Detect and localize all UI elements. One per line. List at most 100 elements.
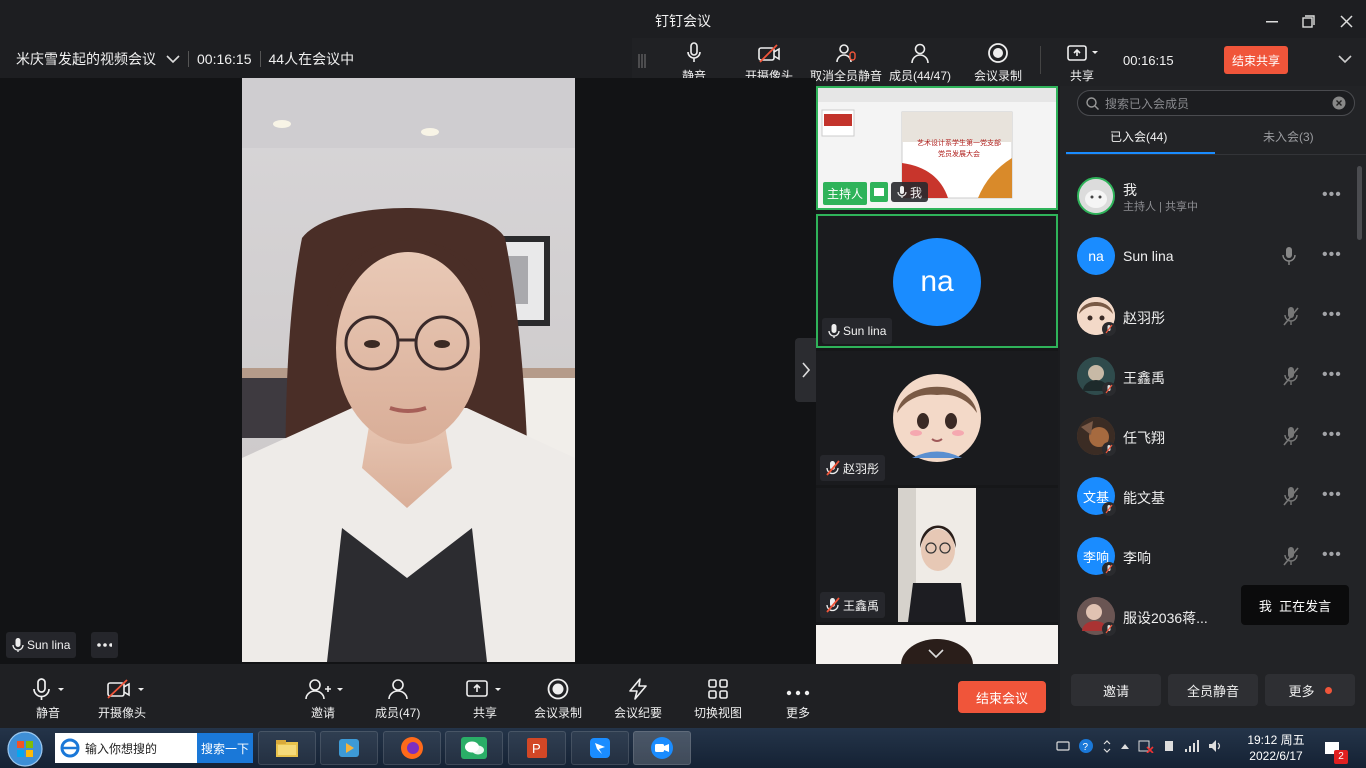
microphone-muted-icon[interactable] <box>1282 306 1300 326</box>
camera-off-icon <box>107 679 144 699</box>
taskbar-dingtalk[interactable] <box>571 731 629 765</box>
minimize-button[interactable] <box>1258 8 1286 34</box>
tab-not-joined[interactable]: 未入会(3) <box>1263 128 1314 145</box>
start-button[interactable] <box>6 730 44 768</box>
member-row[interactable]: 赵羽彤 ••• <box>1060 286 1366 346</box>
camera-button[interactable]: 开摄像头 <box>96 676 148 721</box>
thumbnail-name-chip: 王鑫禹 <box>820 592 886 618</box>
drag-handle-icon[interactable] <box>638 54 646 68</box>
volume-icon[interactable] <box>1208 739 1224 753</box>
svg-text:P: P <box>532 741 541 756</box>
member-more-button[interactable]: ••• <box>1322 306 1342 324</box>
system-tray: ? <box>1056 738 1224 754</box>
thumbnail-next[interactable] <box>816 625 1058 664</box>
taskbar-clock[interactable]: 19:12 周五 2022/6/17 <box>1238 732 1314 764</box>
search-icon <box>1086 96 1099 110</box>
end-meeting-button[interactable]: 结束会议 <box>958 681 1046 713</box>
microphone-muted-icon <box>1102 562 1116 576</box>
top-share-button[interactable]: 共享 <box>1066 40 1098 84</box>
member-row[interactable]: 李响 李响 ••• <box>1060 526 1366 586</box>
tab-joined[interactable]: 已入会(44) <box>1110 128 1167 145</box>
chevron-down-icon[interactable] <box>166 54 180 64</box>
taskbar-wechat[interactable] <box>445 731 503 765</box>
maximize-button[interactable] <box>1294 8 1322 34</box>
avatar: 文基 <box>1077 477 1116 516</box>
member-row[interactable]: 文基 能文基 ••• <box>1060 466 1366 526</box>
thumbnail-screen-share[interactable]: 艺术设计系学生第一党支部 党员发展大会 主持人 我 <box>816 86 1058 210</box>
avatar: 李响 <box>1077 537 1116 576</box>
member-row[interactable]: 任飞翔 ••• <box>1060 406 1366 466</box>
panel-more-button[interactable]: 更多 <box>1265 674 1355 706</box>
more-icon <box>786 690 810 696</box>
microphone-icon <box>897 186 907 198</box>
thumbnail-zhao[interactable]: 赵羽彤 <box>816 351 1058 485</box>
taskbar-search-input[interactable]: 输入你想搜的 搜索一下 <box>55 733 253 763</box>
network-warning-icon[interactable] <box>1138 739 1154 753</box>
signal-icon[interactable] <box>1184 740 1200 752</box>
microphone-icon[interactable] <box>1282 246 1296 266</box>
end-share-button[interactable]: 结束共享 <box>1224 46 1288 74</box>
show-hidden-icons[interactable] <box>1120 742 1130 750</box>
main-speaker-chip: Sun lina <box>6 632 77 658</box>
help-icon[interactable]: ? <box>1078 738 1094 754</box>
usb-icon[interactable] <box>1162 739 1176 753</box>
taskbar-firefox[interactable] <box>383 731 441 765</box>
collapse-thumbnails-button[interactable] <box>795 338 816 402</box>
member-more-button[interactable]: ••• <box>1322 426 1342 444</box>
avatar <box>1077 357 1116 396</box>
members-button[interactable]: 成员(47) <box>375 676 420 721</box>
more-button[interactable]: 更多 <box>786 676 810 721</box>
member-row[interactable]: 王鑫禹 ••• <box>1060 346 1366 406</box>
microphone-muted-icon <box>1102 442 1116 456</box>
cat-avatar-icon <box>1079 179 1113 213</box>
minutes-button[interactable]: 会议纪要 <box>614 676 662 721</box>
microphone-muted-icon[interactable] <box>1282 486 1300 506</box>
member-search-input[interactable]: 搜索已入会成员 <box>1077 90 1355 116</box>
scroll-down-icon[interactable] <box>928 649 944 659</box>
toolbar-collapse-icon[interactable] <box>1338 54 1352 64</box>
taskbar-search-button[interactable]: 搜索一下 <box>197 733 253 763</box>
avatar <box>1077 177 1115 215</box>
taskbar-video-player[interactable] <box>320 731 378 765</box>
taskbar-explorer[interactable] <box>258 731 316 765</box>
microphone-muted-icon <box>1102 382 1116 396</box>
switch-view-button[interactable]: 切换视图 <box>694 676 742 721</box>
chevron-right-icon <box>801 362 810 378</box>
microphone-muted-icon[interactable] <box>1282 546 1300 566</box>
member-more-button[interactable]: ••• <box>1322 186 1342 204</box>
tray-chevron-icon[interactable] <box>1102 739 1112 753</box>
mute-button[interactable]: 静音 <box>28 676 68 721</box>
thumbnail-wang[interactable]: 王鑫禹 <box>816 488 1058 622</box>
thumbnail-name-me: 我 <box>891 182 929 202</box>
member-more-button[interactable]: ••• <box>1322 366 1342 384</box>
taskbar-powerpoint[interactable]: P <box>508 731 566 765</box>
microphone-muted-icon[interactable] <box>1282 366 1300 386</box>
grid-icon <box>708 679 728 699</box>
share-button[interactable]: 共享 <box>465 676 505 721</box>
close-button[interactable] <box>1332 8 1360 34</box>
record-button[interactable]: 会议录制 <box>534 676 582 721</box>
microphone-icon <box>828 324 840 338</box>
microphone-muted-icon[interactable] <box>1282 426 1300 446</box>
taskbar-dingtalk-meeting[interactable] <box>633 731 691 765</box>
keyboard-icon[interactable] <box>1056 740 1070 752</box>
invite-button[interactable]: 邀请 <box>303 676 343 721</box>
panel-invite-button[interactable]: 邀请 <box>1071 674 1161 706</box>
microphone-muted-icon <box>826 460 840 476</box>
top-members-button[interactable]: 成员(44/47) <box>889 40 951 84</box>
microphone-muted-icon <box>1102 502 1116 516</box>
member-more-button[interactable]: ••• <box>1322 246 1342 264</box>
main-video-more-button[interactable] <box>91 632 118 658</box>
main-video[interactable] <box>242 78 575 662</box>
thumbnail-sun-lina[interactable]: na Sun lina <box>816 214 1058 348</box>
host-tag: 主持人 <box>823 182 868 205</box>
anime-avatar-icon <box>893 374 981 462</box>
avatar-initials: na <box>893 238 981 326</box>
member-row[interactable]: 我 主持人 | 共享中 ••• <box>1060 166 1366 226</box>
member-more-button[interactable]: ••• <box>1322 486 1342 504</box>
top-record-button[interactable]: 会议录制 <box>974 40 1022 84</box>
unmute-all-button[interactable]: 取消全员静音 <box>810 40 882 84</box>
member-more-button[interactable]: ••• <box>1322 546 1342 564</box>
member-row[interactable]: na Sun lina ••• <box>1060 226 1366 286</box>
panel-mute-all-button[interactable]: 全员静音 <box>1168 674 1258 706</box>
